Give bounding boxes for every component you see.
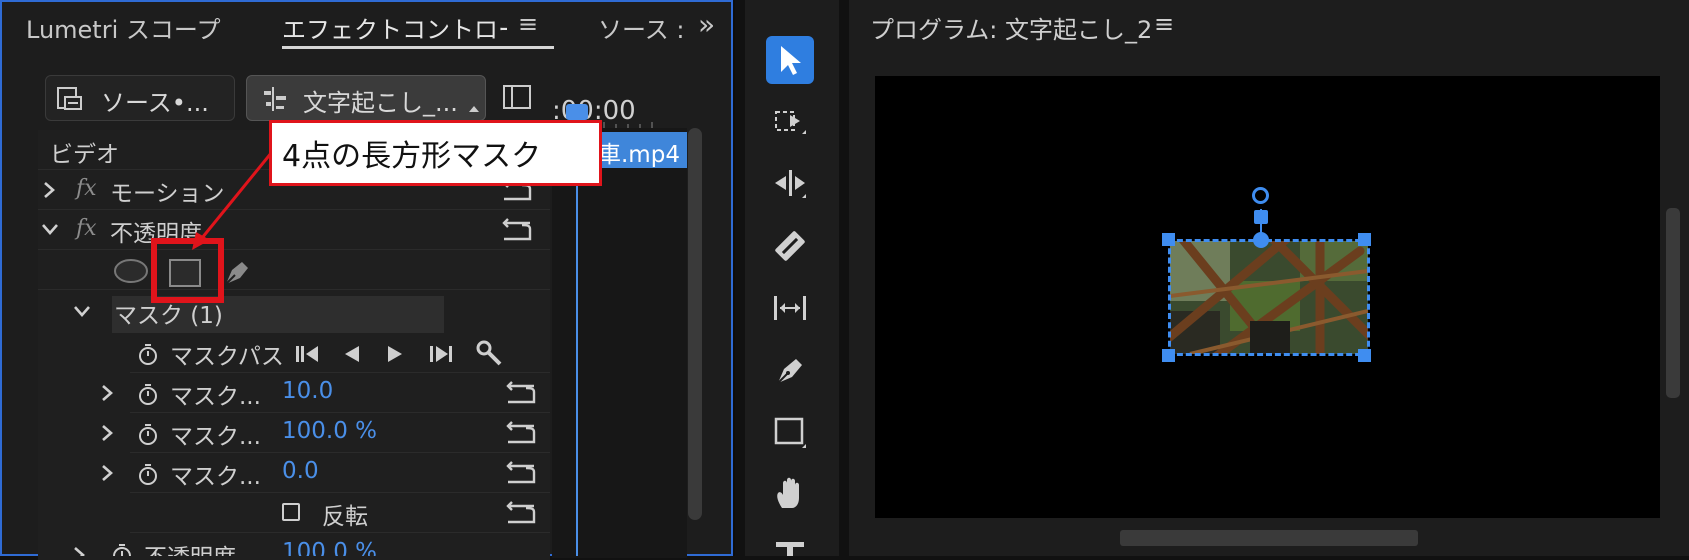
chevron-down-icon[interactable] (72, 304, 92, 318)
mask-property-value[interactable]: 10.0 (282, 378, 333, 404)
track-forward-icon[interactable] (428, 343, 454, 365)
opacity-value[interactable]: 100.0 % (282, 539, 377, 556)
opacity-value-label: 不透明度 (144, 538, 236, 556)
reset-icon[interactable] (504, 460, 538, 486)
annotation-arrow (192, 151, 274, 250)
chevron-right-icon[interactable] (100, 463, 114, 483)
mask-invert-row: 反転 (130, 493, 550, 533)
mask-rotation-handle[interactable] (1252, 187, 1269, 204)
chevron-down-icon[interactable] (40, 222, 60, 236)
program-monitor-title[interactable]: プログラム: 文字起こし_2 (870, 10, 1152, 45)
chevron-right-icon[interactable] (72, 545, 86, 556)
rectangle-mask-outline[interactable] (1168, 239, 1370, 356)
sequence-clip-label: 文字起こし_... (303, 89, 458, 117)
mask-feather-row[interactable]: マスク... 10.0 (130, 373, 550, 413)
chevron-right-icon[interactable] (42, 180, 56, 200)
rectangle-tool[interactable] (766, 408, 814, 456)
track-select-forward-tool[interactable] (766, 98, 814, 146)
stopwatch-icon[interactable] (136, 342, 160, 366)
reset-icon[interactable] (504, 500, 538, 526)
mask-expansion-row[interactable]: マスク... 0.0 (130, 453, 550, 493)
timeline-clip[interactable]: 車.mp4 (592, 132, 687, 168)
tab-overflow-icon[interactable]: » (698, 8, 715, 41)
fx-icon[interactable]: fx (76, 176, 97, 201)
tab-menu-icon[interactable]: ≡ (518, 10, 538, 38)
mini-timeline[interactable] (552, 128, 687, 558)
mask-property-value[interactable]: 100.0 % (282, 418, 377, 444)
stopwatch-icon[interactable] (136, 422, 160, 446)
step-forward-icon[interactable] (385, 343, 407, 365)
type-tool[interactable] (766, 532, 814, 556)
active-tab-underline (282, 46, 554, 49)
track-backward-icon[interactable] (294, 343, 320, 365)
mask-property-label: マスク... (170, 464, 261, 490)
ripple-edit-tool[interactable] (766, 160, 814, 208)
sequence-icon (261, 85, 289, 113)
mask-vertex-handle[interactable] (1358, 233, 1371, 246)
fx-icon[interactable]: fx (76, 216, 97, 241)
tab-lumetri-scopes[interactable]: Lumetri スコープ (26, 10, 220, 45)
mask-property-value[interactable]: 0.0 (282, 458, 319, 484)
tab-effect-controls[interactable]: エフェクトコントロール (282, 10, 507, 45)
mask-expansion-handle[interactable] (1253, 232, 1269, 248)
invert-label: 反転 (322, 504, 368, 530)
selection-tool[interactable] (766, 36, 814, 84)
sequence-clip-selector[interactable]: 文字起こし_... (246, 75, 486, 121)
playhead-handle[interactable] (566, 104, 588, 120)
tab-source[interactable]: ソース : (598, 10, 684, 45)
mask-vertex-handle[interactable] (1358, 349, 1371, 362)
opacity-value-row[interactable]: 不透明度 100.0 % (38, 534, 550, 556)
hand-tool[interactable] (766, 470, 814, 518)
stopwatch-icon[interactable] (136, 382, 160, 406)
timeline-clip-label: 車.mp4 (598, 142, 680, 168)
stopwatch-icon[interactable] (110, 542, 134, 556)
mask-vertex-handle[interactable] (1162, 233, 1175, 246)
dropdown-caret-icon (469, 106, 479, 112)
reset-icon[interactable] (504, 420, 538, 446)
reset-icon[interactable] (504, 380, 538, 406)
timeline-scrollbar[interactable] (688, 128, 702, 520)
chevron-right-icon[interactable] (100, 423, 114, 443)
section-video-label: ビデオ (50, 142, 119, 168)
reset-icon[interactable] (500, 217, 534, 243)
mask-opacity-row[interactable]: マスク... 100.0 % (130, 413, 550, 453)
razor-tool[interactable] (766, 222, 814, 270)
mask-property-label: マスク... (170, 424, 261, 450)
mask-group-row[interactable]: マスク (1) (38, 292, 550, 332)
invert-checkbox[interactable] (282, 503, 300, 521)
pen-mask-icon[interactable] (222, 256, 254, 288)
toggle-timeline-icon[interactable] (502, 84, 532, 110)
program-vertical-scrollbar[interactable] (1666, 208, 1680, 398)
program-menu-icon[interactable]: ≡ (1154, 10, 1174, 38)
mask-path-label: マスクパス (170, 344, 284, 370)
source-clip-label: ソース•... (101, 89, 209, 117)
effect-row-opacity[interactable]: fx 不透明度 (38, 210, 550, 250)
stopwatch-icon[interactable] (136, 462, 160, 486)
clip-icon (56, 85, 84, 113)
chevron-right-icon[interactable] (100, 383, 114, 403)
source-clip-selector[interactable]: ソース•... (45, 75, 235, 121)
mask-vertex-handle[interactable] (1162, 349, 1175, 362)
mask-property-label: マスク... (170, 384, 261, 410)
pen-tool[interactable] (766, 346, 814, 394)
annotation-callout-text: 4点の長方形マスク (282, 139, 542, 174)
wrench-icon[interactable] (476, 340, 504, 368)
step-backward-icon[interactable] (340, 343, 362, 365)
program-horizontal-scrollbar[interactable] (1120, 530, 1418, 546)
mask-feather-handle[interactable] (1254, 210, 1268, 224)
ellipse-mask-icon[interactable] (112, 257, 150, 285)
slip-tool[interactable] (766, 284, 814, 332)
